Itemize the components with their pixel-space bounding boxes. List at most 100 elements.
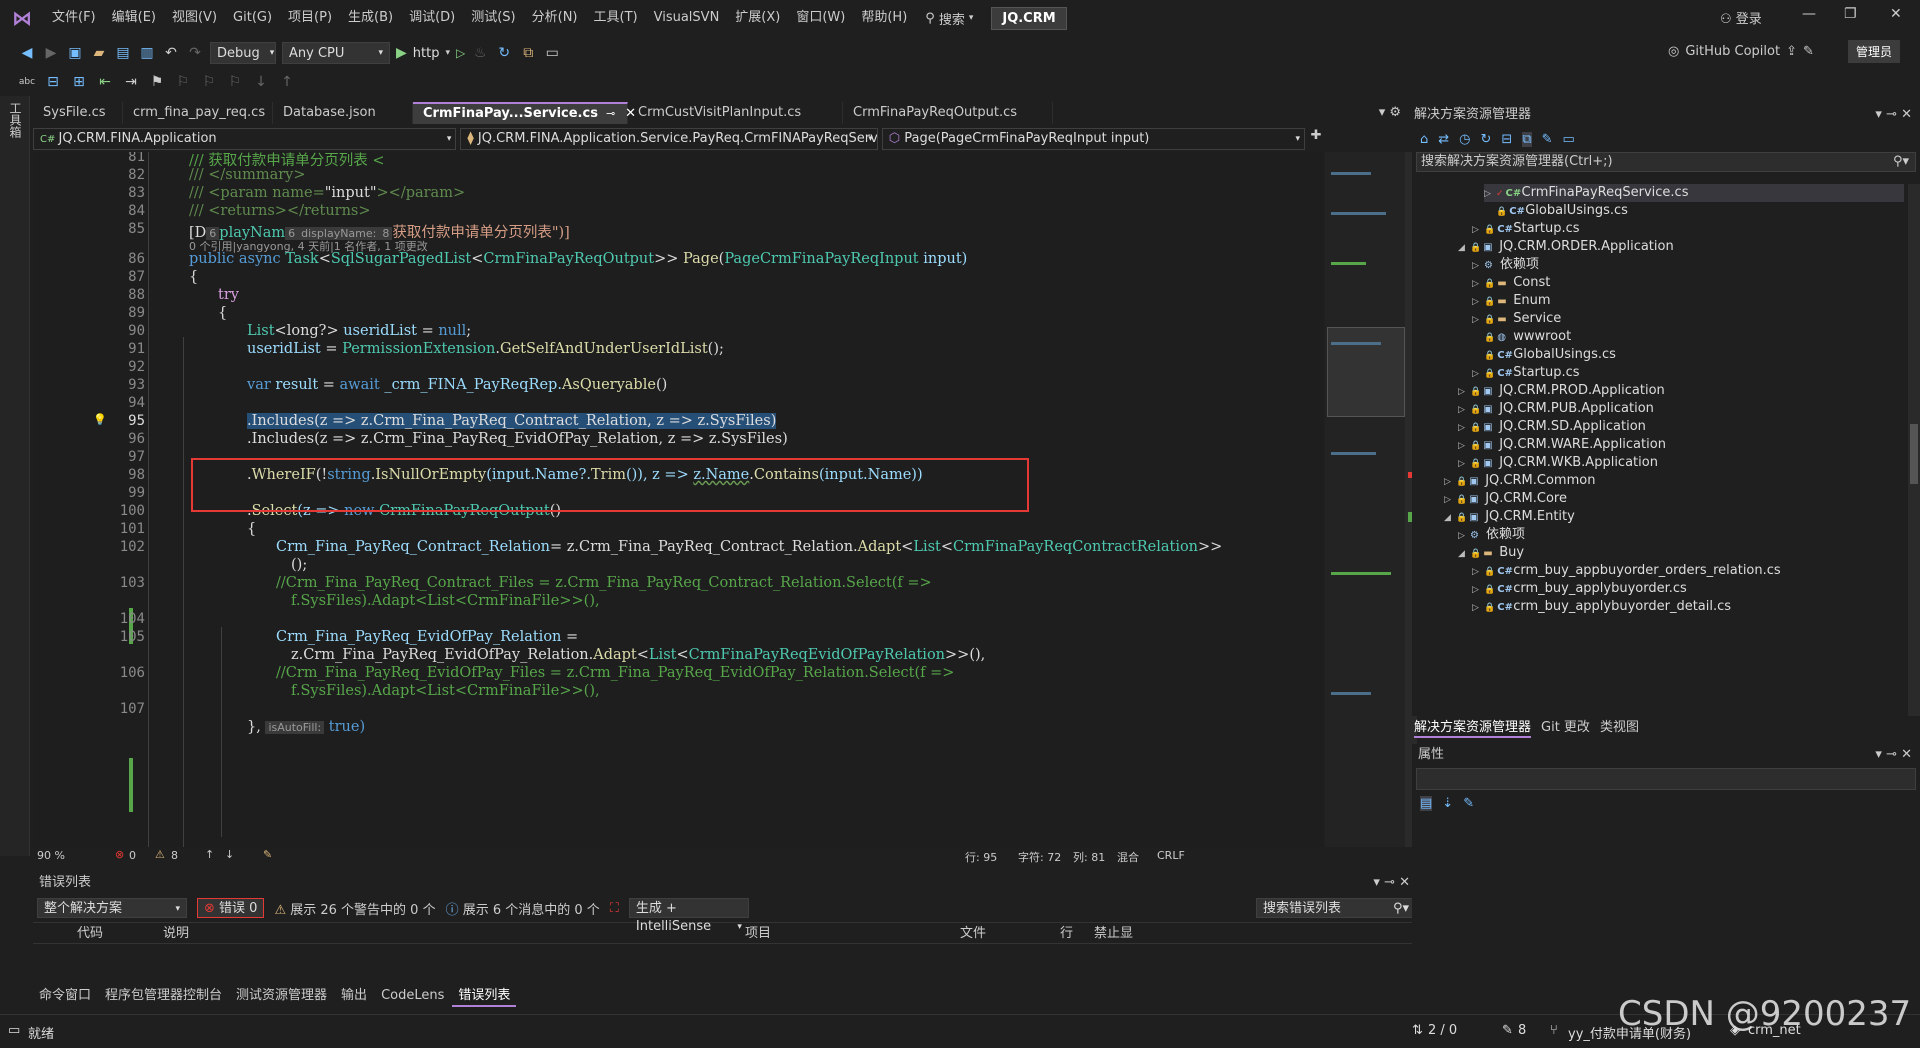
warnings-filter-button[interactable]: ⚠ 展示 26 个警告中的 0 个	[274, 899, 435, 918]
filter-icon[interactable]: ⛶	[610, 901, 619, 916]
tab-crm-fina-pay-req-output[interactable]: CrmFinaPayReqOutput.cs	[843, 102, 1053, 124]
column-project[interactable]: 项目	[745, 923, 960, 943]
tab-crm-fina-pay-req[interactable]: crm_fina_pay_req.cs	[123, 102, 273, 124]
categorized-icon[interactable]: ▤	[1420, 796, 1433, 811]
properties-icon[interactable]: ✎	[1542, 132, 1553, 147]
tab-error-list[interactable]: 错误列表	[452, 985, 517, 1007]
browser-link-icon[interactable]: ⧉	[519, 44, 537, 62]
warning-count[interactable]: 8	[171, 849, 178, 862]
pending-changes-count[interactable]: 8	[1518, 1023, 1526, 1038]
tree-scrollbar[interactable]	[1908, 184, 1920, 716]
clear-bookmarks-icon[interactable]: ⚐	[226, 73, 244, 91]
spell-check-icon[interactable]: abc	[18, 73, 36, 91]
layout-icon[interactable]: ▭	[543, 44, 561, 62]
code-minimap[interactable]	[1325, 152, 1405, 847]
save-all-icon[interactable]: ▥	[138, 44, 156, 62]
tree-item[interactable]: ▷ 🔒 C#Startup.cs	[1472, 220, 1580, 238]
tab-solution-explorer[interactable]: 解决方案资源管理器	[1414, 716, 1532, 738]
alphabetical-icon[interactable]: ⇣	[1442, 796, 1453, 811]
restore-button[interactable]: ❐	[1844, 6, 1857, 22]
solution-search-input[interactable]: 搜索解决方案资源管理器(Ctrl+;) ⚲▾	[1416, 152, 1916, 172]
github-copilot-button[interactable]: ◎ GitHub Copilot ⇪ ✎	[1668, 44, 1814, 59]
redo-icon[interactable]: ↷	[186, 44, 204, 62]
save-icon[interactable]: ▤	[114, 44, 132, 62]
outdent-icon[interactable]: ⇤	[96, 73, 114, 91]
menu-test[interactable]: 测试(S)	[463, 0, 523, 36]
menu-build[interactable]: 生成(B)	[340, 0, 401, 36]
error-count[interactable]: 0	[129, 849, 136, 862]
prev-bookmark-icon[interactable]: ⚐	[174, 73, 192, 91]
tree-item[interactable]: ▷ 🔒 ▬ Const	[1472, 274, 1550, 292]
menu-visualsvn[interactable]: VisualSVN	[646, 0, 728, 36]
menu-help[interactable]: 帮助(H)	[853, 0, 915, 36]
start-without-debugging-icon[interactable]: ▷	[456, 46, 465, 60]
tree-item[interactable]: ◢ 🔒 ▣ JQ.CRM.Entity	[1444, 508, 1575, 526]
tab-class-view[interactable]: 类视图	[1600, 716, 1639, 738]
column-description[interactable]: 说明	[163, 923, 745, 943]
hot-reload-icon[interactable]: ♨	[471, 44, 489, 62]
prev-issue-icon[interactable]: ↑	[205, 848, 214, 861]
tab-database-json[interactable]: Database.json	[273, 102, 413, 124]
build-filter-select[interactable]: 生成 + IntelliSense ▾	[628, 898, 749, 934]
tree-item[interactable]: ▷ 🔒 ▣ JQ.CRM.Common	[1444, 472, 1595, 490]
tab-package-manager-console[interactable]: 程序包管理器控制台	[99, 985, 228, 1007]
project-dropdown[interactable]: C# JQ.CRM.FINA.Application ▾	[33, 128, 457, 150]
tree-item[interactable]: 🔒 C#GlobalUsings.cs	[1472, 346, 1616, 364]
tree-item[interactable]: ▷ 🔒 C#crm_buy_applybuyorder_detail.cs	[1472, 598, 1731, 616]
back-icon[interactable]: ◀	[18, 44, 36, 62]
menu-tools[interactable]: 工具(T)	[586, 0, 646, 36]
visual-studio-logo-icon[interactable]: ⋈	[0, 6, 44, 30]
tree-item[interactable]: ▷ 🔒 ▣ JQ.CRM.WARE.Application	[1458, 436, 1666, 454]
next-bookmark-icon[interactable]: ⚐	[200, 73, 218, 91]
search-button[interactable]: ⚲ 搜索 ▾	[925, 9, 973, 28]
messages-filter-button[interactable]: ⓘ 展示 6 个消息中的 0 个	[446, 899, 600, 918]
tab-git-changes[interactable]: Git 更改	[1541, 716, 1590, 738]
error-count-icon[interactable]: ⊗	[115, 848, 124, 861]
tree-item[interactable]: ▷ 🔒 C#Startup.cs	[1472, 364, 1580, 382]
pencil-icon[interactable]: ✎	[1502, 1023, 1513, 1038]
tree-item[interactable]: 🔒 C#GlobalUsings.cs	[1484, 202, 1628, 220]
tab-crm-fina-pay-service[interactable]: CrmFinaPay...Service.cs ⊸ ✕	[413, 102, 636, 124]
move-up-icon[interactable]: ↑	[278, 73, 296, 91]
menu-window[interactable]: 窗口(W)	[788, 0, 853, 36]
solution-configuration-select[interactable]: Debug ▾	[210, 42, 276, 64]
close-window-button[interactable]: ✕	[1890, 6, 1902, 22]
tab-command-window[interactable]: 命令窗口	[33, 985, 97, 1007]
tab-sysfile[interactable]: SysFile.cs	[33, 102, 123, 124]
menu-analyze[interactable]: 分析(N)	[524, 0, 586, 36]
minimap-viewport[interactable]	[1327, 327, 1405, 417]
undo-icon[interactable]: ↶	[162, 44, 180, 62]
column-code[interactable]: 代码	[77, 923, 163, 943]
column-suppress[interactable]: 禁止显	[1094, 923, 1154, 943]
warning-icon[interactable]: ⚠	[155, 848, 165, 861]
menu-debug[interactable]: 调试(D)	[401, 0, 463, 36]
lightbulb-icon[interactable]: 💡	[93, 413, 107, 426]
tree-item[interactable]: ▷ 🔒 C#crm_buy_applybuyorder.cs	[1472, 580, 1687, 598]
param-info-icon[interactable]: ⊞	[70, 73, 88, 91]
forward-icon[interactable]: ▶	[42, 44, 60, 62]
refresh-icon[interactable]: ↻	[495, 44, 513, 62]
show-all-files-icon[interactable]: ⧉	[1522, 131, 1532, 147]
toolbox-label[interactable]: 工具箱	[7, 102, 24, 138]
git-sync-icon[interactable]: ⇅	[1412, 1023, 1423, 1038]
tab-overflow-icon[interactable]: ▾ ⚙	[1379, 102, 1405, 124]
split-icon[interactable]: ✚	[1309, 128, 1323, 150]
tree-item[interactable]: ▷ ⚙ 依赖项	[1458, 526, 1525, 544]
collapse-all-icon[interactable]: ⊟	[1501, 132, 1512, 147]
start-profile-label[interactable]: http	[413, 46, 440, 61]
tree-item[interactable]: ▷ 🔒 ▣ JQ.CRM.SD.Application	[1458, 418, 1646, 436]
move-down-icon[interactable]: ↓	[252, 73, 270, 91]
git-changes-count[interactable]: 2 / 0	[1428, 1023, 1457, 1038]
whitespace-mode[interactable]: 混合	[1117, 849, 1139, 865]
menu-extensions[interactable]: 扩展(X)	[727, 0, 788, 36]
properties-object-select[interactable]	[1416, 768, 1916, 790]
brush-icon[interactable]: ✎	[263, 848, 272, 861]
tree-item[interactable]: ▷ ⚙ 依赖项	[1472, 256, 1539, 274]
tree-item[interactable]: ▷ 🔒 ▣ JQ.CRM.PUB.Application	[1458, 400, 1654, 418]
menu-view[interactable]: 视图(V)	[164, 0, 225, 36]
feedback-icon[interactable]: ✎	[1803, 44, 1814, 59]
next-issue-icon[interactable]: ↓	[225, 848, 234, 861]
toolbox-strip[interactable]: 工具箱	[0, 96, 30, 856]
line-ending[interactable]: CRLF	[1157, 849, 1185, 862]
bookmark-icon[interactable]: ⚑	[148, 73, 166, 91]
